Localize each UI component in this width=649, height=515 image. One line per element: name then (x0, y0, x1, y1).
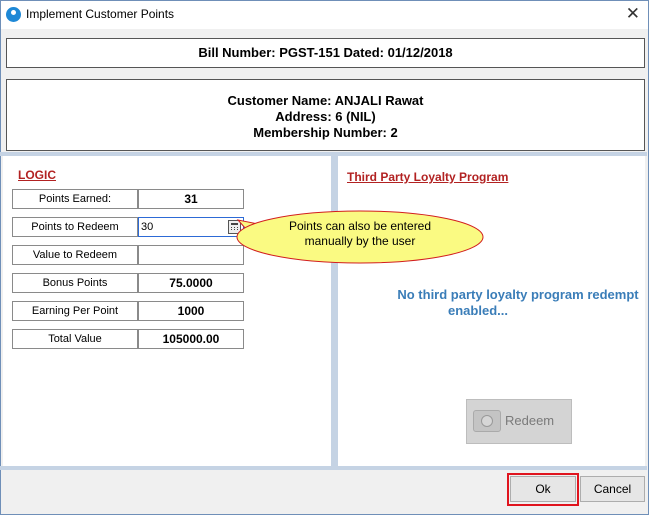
customer-name-text: Customer Name: ANJALI Rawat (227, 93, 424, 108)
app-logo-icon (6, 7, 21, 22)
no-program-line-1: No third party loyalty program redempt (397, 287, 639, 302)
no-program-line-2: enabled... (448, 303, 508, 318)
logic-heading: LOGIC (18, 168, 56, 182)
bonus-points-value: 75.0000 (138, 273, 244, 293)
points-earned-value: 31 (138, 189, 244, 209)
points-to-redeem-label: Points to Redeem (12, 217, 138, 237)
bill-info-box: Bill Number: PGST-151 Dated: 01/12/2018 (6, 38, 645, 68)
customer-address-text: Address: 6 (NIL) (275, 109, 376, 124)
no-program-message: No third party loyalty program redempt e… (348, 287, 649, 319)
window-title: Implement Customer Points (26, 7, 175, 21)
membership-number-text: Membership Number: 2 (253, 125, 398, 140)
earning-per-point-label: Earning Per Point (12, 301, 138, 321)
bill-number-text: Bill Number: PGST-151 Dated: 01/12/2018 (198, 45, 453, 60)
callout-text: Points can also be entered manually by t… (258, 219, 462, 249)
points-earned-label: Points Earned: (12, 189, 138, 209)
value-to-redeem-label: Value to Redeem (12, 245, 138, 265)
value-to-redeem-value (138, 245, 244, 265)
total-value-value: 105000.00 (138, 329, 244, 349)
third-party-heading: Third Party Loyalty Program (347, 170, 509, 184)
callout-line-1: Points can also be entered (288, 219, 432, 233)
redeem-label: Redeem (505, 413, 555, 428)
coins-icon (473, 410, 501, 432)
divider-bottom (0, 466, 647, 470)
ok-button[interactable]: Ok (510, 476, 576, 502)
divider-vertical (331, 154, 338, 468)
bonus-points-label: Bonus Points (12, 273, 138, 293)
total-value-label: Total Value (12, 329, 138, 349)
points-to-redeem-field[interactable] (138, 217, 244, 237)
redeem-button[interactable]: Redeem (466, 399, 572, 444)
points-to-redeem-input[interactable] (141, 219, 225, 234)
callout-line-2: manually by the user (304, 234, 416, 248)
close-icon[interactable]: ✕ (626, 4, 640, 24)
cancel-button[interactable]: Cancel (580, 476, 645, 502)
earning-per-point-value: 1000 (138, 301, 244, 321)
title-bar: Implement Customer Points ✕ (1, 1, 648, 29)
customer-info-box: Customer Name: ANJALI Rawat Address: 6 (… (6, 79, 645, 151)
